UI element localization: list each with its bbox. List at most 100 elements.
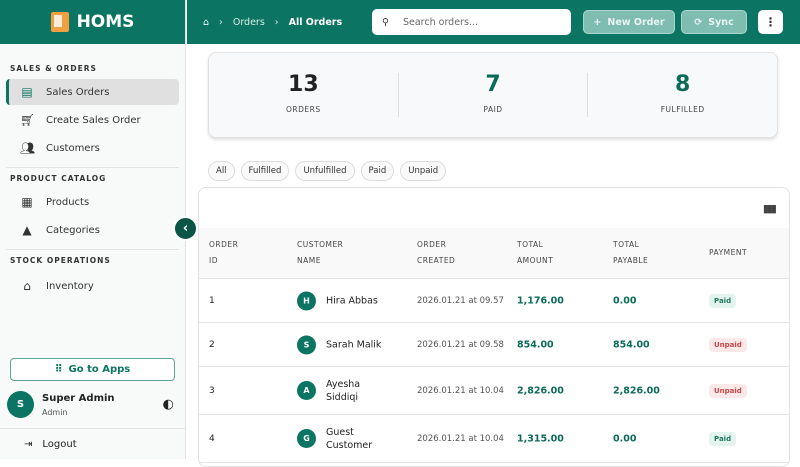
customer-name-line: Customer — [326, 439, 373, 451]
sidebar-item-label: Products — [46, 196, 90, 208]
user-profile[interactable]: S Super Admin Admin ◐ — [7, 391, 182, 418]
chevron-right-icon: › — [274, 16, 279, 28]
sync-icon: ⟳ — [694, 16, 703, 28]
stats-card: 13 ORDERS 7 PAID 8 FULFILLED — [208, 52, 778, 138]
customer-avatar: G — [297, 429, 316, 448]
avatar: S — [7, 391, 34, 418]
kebab-menu-icon: ⋮ — [764, 15, 777, 29]
sidebar-item-label: Inventory — [46, 280, 94, 292]
search-input[interactable]: ⚲ Search orders... — [372, 9, 571, 35]
clipboard-logo-icon — [50, 12, 69, 32]
filter-fulfilled[interactable]: Fulfilled — [240, 161, 290, 181]
go-to-apps-label: Go to Apps — [68, 364, 131, 375]
more-options-button[interactable]: ⋮ — [758, 10, 783, 34]
order-id: 2 — [209, 339, 215, 350]
order-created: 2026.01.21 at 10.04 — [417, 433, 504, 444]
app-name: HOMS — [76, 12, 135, 32]
sidebar-item-label: Sales Orders — [46, 86, 110, 98]
filter-unpaid[interactable]: Unpaid — [400, 161, 447, 181]
sync-button[interactable]: ⟳ Sync — [681, 10, 747, 34]
new-order-button[interactable]: + New Order — [583, 10, 675, 34]
sidebar-item-create-sales-order[interactable]: 🛒︎ Create Sales Order — [6, 107, 179, 133]
filter-unfulfilled[interactable]: Unfulfilled — [295, 161, 355, 181]
customer-avatar: H — [297, 291, 316, 310]
customer-name-line: Hira Abbas — [326, 295, 378, 306]
warehouse-icon: ⌂ — [23, 279, 31, 293]
payment-status-badge: Unpaid — [709, 383, 747, 398]
table-row[interactable]: 1 H Hira Abbas 2026.01.21 at 09.57 1,176.… — [199, 279, 789, 323]
home-icon[interactable]: ⌂ — [203, 17, 209, 28]
stat-label: FULFILLED — [660, 105, 705, 114]
chevron-left-icon: ‹ — [182, 221, 189, 236]
column-header[interactable]: TOTAL AMOUNT — [517, 237, 553, 269]
order-created: 2026.01.21 at 10.04 — [417, 385, 504, 396]
theme-toggle-icon[interactable]: ◐ — [163, 397, 174, 412]
new-order-label: New Order — [607, 16, 665, 28]
customer-avatar: S — [297, 335, 316, 354]
column-header-text: ID — [209, 256, 218, 265]
stat-orders: 13 ORDERS — [209, 73, 399, 117]
order-id: 3 — [209, 385, 215, 396]
section-title: PRODUCT CATALOG — [10, 174, 107, 183]
sidebar-item-sales-orders[interactable]: ▤ Sales Orders — [6, 79, 179, 105]
table-row[interactable]: 3 A Ayesha Siddiqi 2026.01.21 at 10.04 2,8… — [199, 367, 789, 415]
breadcrumb: ⌂ › Orders › All Orders — [203, 17, 371, 28]
filter-all[interactable]: All — [208, 161, 235, 181]
collapse-sidebar-button[interactable]: ‹ — [173, 216, 198, 241]
stat-fulfilled: 8 FULFILLED — [588, 73, 777, 117]
column-header-text: PAYABLE — [613, 256, 649, 265]
column-header-text: CREATED — [417, 256, 456, 265]
divider — [6, 249, 179, 250]
table-row[interactable]: 4 G Guest Customer 2026.01.21 at 10.04 1,3… — [199, 415, 789, 463]
section-title: SALES & ORDERS — [10, 64, 97, 73]
go-to-apps-button[interactable]: ⠿ Go to Apps — [10, 358, 175, 381]
column-header[interactable]: PAYMENT — [709, 245, 747, 261]
total-payable: 2,826.00 — [613, 385, 660, 396]
sidebar-item-label: Create Sales Order — [46, 114, 141, 126]
column-header[interactable]: ORDER CREATED — [417, 237, 455, 269]
total-payable: 0.00 — [613, 295, 637, 306]
column-header[interactable]: ORDER ID — [209, 237, 238, 269]
breadcrumb-orders[interactable]: Orders — [233, 17, 265, 28]
plus-icon: + — [593, 16, 602, 28]
search-icon: ⚲ — [382, 16, 389, 28]
sidebar-item-categories[interactable]: ▲ Categories — [6, 217, 179, 243]
divider — [6, 167, 179, 168]
order-created: 2026.01.21 at 09.58 — [417, 339, 504, 350]
filter-chips: All Fulfilled Unfulfilled Paid Unpaid — [208, 161, 447, 181]
top-bar: ⌂ › Orders › All Orders ⚲ Search orders... … — [187, 0, 800, 44]
cart-plus-icon: 🛒︎ — [20, 113, 36, 127]
stat-label: ORDERS — [286, 105, 321, 114]
customer-name-line: Guest — [326, 426, 354, 438]
total-amount: 854.00 — [517, 339, 554, 350]
column-header[interactable]: TOTAL PAYABLE — [613, 237, 648, 269]
columns-icon[interactable]: ▮▮▮ — [763, 202, 777, 215]
sidebar-item-products[interactable]: ▦ Products — [6, 189, 179, 215]
column-header[interactable]: CUSTOMER NAME — [297, 237, 343, 269]
sidebar-item-customers[interactable]: 👥︎ Customers — [6, 135, 179, 161]
total-amount: 1,315.00 — [517, 433, 564, 444]
customer-cell: H Hira Abbas — [297, 291, 378, 310]
filter-paid[interactable]: Paid — [360, 161, 395, 181]
logout-label: Logout — [42, 438, 77, 450]
brand[interactable]: HOMS — [0, 0, 185, 44]
stat-label: PAID — [483, 105, 503, 114]
payment-status-badge: Paid — [709, 431, 737, 446]
stat-paid: 7 PAID — [399, 73, 589, 117]
breadcrumb-all-orders: All Orders — [288, 16, 343, 28]
column-header-text: PAYMENT — [709, 248, 748, 257]
order-created: 2026.01.21 at 09.57 — [417, 295, 504, 306]
order-id: 1 — [209, 295, 215, 306]
sidebar-item-inventory[interactable]: ⌂ Inventory — [6, 273, 179, 299]
sidebar-item-label: Categories — [46, 224, 100, 236]
stat-value: 13 — [288, 72, 319, 97]
logout-button[interactable]: ⇥ Logout — [0, 428, 186, 459]
column-header-text: NAME — [297, 256, 321, 265]
sidebar: HOMS SALES & ORDERS ▤ Sales Orders 🛒︎ Crea… — [0, 0, 186, 459]
customer-cell: S Sarah Malik — [297, 335, 381, 354]
payment-status-badge: Unpaid — [709, 337, 747, 352]
table-row[interactable]: 2 S Sarah Malik 2026.01.21 at 09.58 854.0… — [199, 323, 789, 367]
order-id: 4 — [209, 433, 215, 444]
customer-avatar: A — [297, 381, 316, 400]
customer-cell: G Guest Customer — [297, 426, 372, 452]
